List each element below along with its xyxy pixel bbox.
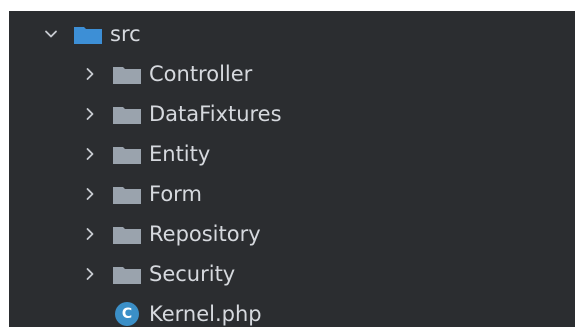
folder-icon (111, 262, 143, 286)
php-class-icon: C (111, 302, 143, 326)
tree-node-label: DataFixtures (149, 102, 282, 126)
folder-icon (111, 102, 143, 126)
tree-node-controller[interactable]: Controller (9, 54, 575, 94)
tree-node-label: Kernel.php (149, 302, 262, 326)
class-badge: C (115, 302, 139, 326)
chevron-right-icon[interactable] (78, 102, 102, 126)
tree-node-label: Controller (149, 62, 253, 86)
tree-node-label: src (110, 22, 141, 46)
chevron-right-icon[interactable] (78, 142, 102, 166)
tree-node-datafixtures[interactable]: DataFixtures (9, 94, 575, 134)
tree-node-src[interactable]: src (9, 14, 575, 54)
chevron-right-icon[interactable] (78, 62, 102, 86)
folder-icon (111, 142, 143, 166)
tree-node-repository[interactable]: Repository (9, 214, 575, 254)
chevron-right-icon[interactable] (78, 222, 102, 246)
tree-node-label: Form (149, 182, 202, 206)
tree-node-kernel-php[interactable]: C Kernel.php (9, 294, 575, 327)
tree-node-security[interactable]: Security (9, 254, 575, 294)
project-tree-panel: src Controller DataFixtures Entity Form … (9, 11, 575, 327)
chevron-right-icon[interactable] (78, 182, 102, 206)
folder-icon (111, 182, 143, 206)
tree-node-label: Repository (149, 222, 261, 246)
tree-node-label: Entity (149, 142, 211, 166)
folder-source-icon (72, 22, 104, 46)
folder-icon (111, 62, 143, 86)
chevron-right-icon[interactable] (78, 262, 102, 286)
chevron-down-icon[interactable] (39, 22, 63, 46)
tree-node-entity[interactable]: Entity (9, 134, 575, 174)
folder-icon (111, 222, 143, 246)
tree-node-label: Security (149, 262, 236, 286)
tree-node-form[interactable]: Form (9, 174, 575, 214)
